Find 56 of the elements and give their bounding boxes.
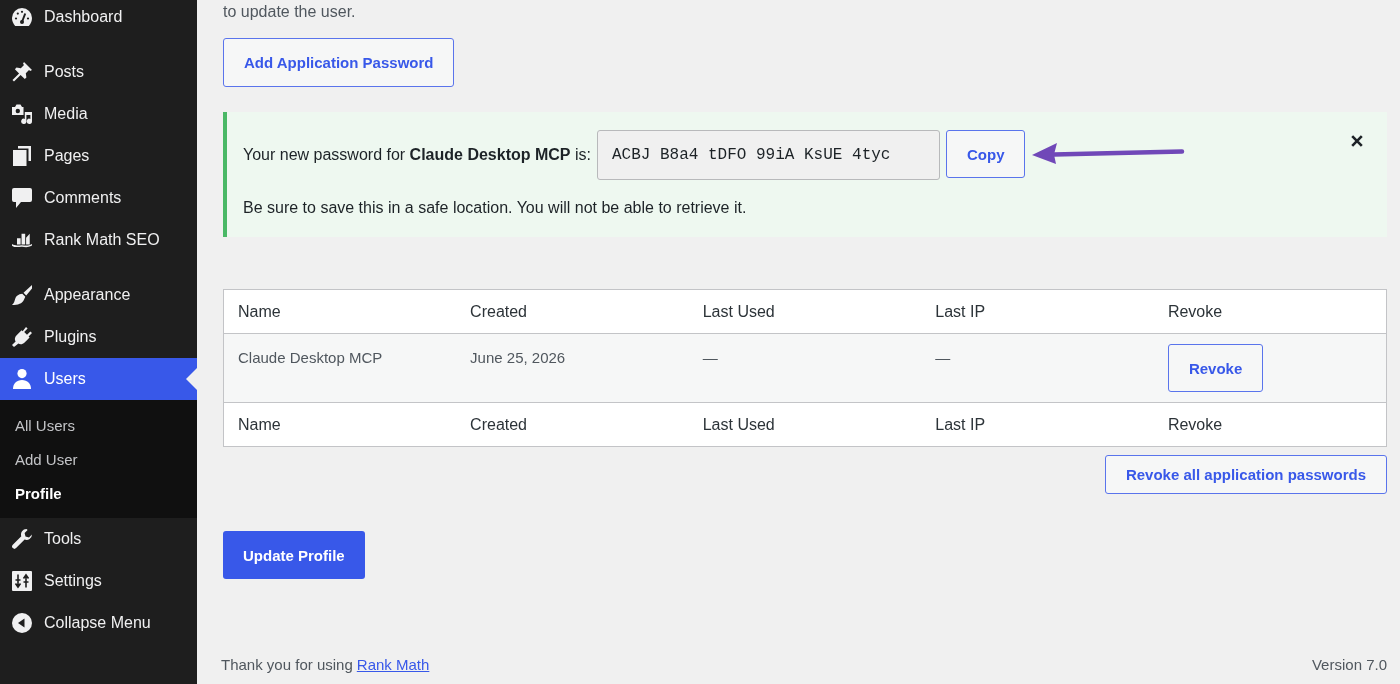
camera-music-icon xyxy=(12,104,32,124)
plug-icon xyxy=(12,327,32,347)
circle-arrow-left-icon xyxy=(12,613,32,633)
revoke-all-button[interactable]: Revoke all application passwords xyxy=(1104,455,1387,494)
menu-item[interactable]: Plugins xyxy=(0,316,197,358)
column-footer: Name xyxy=(223,402,457,447)
table-cell: — xyxy=(935,348,951,368)
add-application-password-button[interactable]: Add Application Password xyxy=(223,38,455,87)
submenu-item[interactable]: All Users xyxy=(0,408,197,442)
menu-item[interactable]: Rank Math SEO xyxy=(0,219,197,261)
triangle-pointer-icon xyxy=(186,368,197,390)
copy-button[interactable]: Copy xyxy=(946,130,1026,178)
paintbrush-icon xyxy=(12,285,32,305)
dismiss-button[interactable] xyxy=(1351,135,1363,147)
menu-item[interactable]: Media xyxy=(0,93,197,135)
rank-math-link[interactable]: Rank Math xyxy=(356,656,430,673)
speech-bubble-icon xyxy=(12,188,32,208)
wrench-icon xyxy=(12,529,32,549)
table-cell: June 25, 2026 xyxy=(470,348,566,368)
pushpin-icon xyxy=(12,62,32,82)
column-header: Last Used xyxy=(688,289,922,334)
submenu-item[interactable]: Profile xyxy=(0,476,197,510)
version-text: Version 7.0 xyxy=(1311,655,1387,675)
collapse-menu-button[interactable]: Collapse Menu xyxy=(0,602,197,644)
menu-item[interactable]: Dashboard xyxy=(0,0,197,38)
column-header: Last IP xyxy=(921,289,1154,334)
save-warning: Be sure to save this in a safe location. You will not be able to retrieve it. xyxy=(243,198,748,218)
column-footer: Revoke xyxy=(1153,402,1387,447)
password-message: Your new password for Claude Desktop MCP is: xyxy=(243,145,591,165)
revoke-button[interactable]: Revoke xyxy=(1167,344,1264,392)
submenu-item[interactable]: Add User xyxy=(0,442,197,476)
menu-item[interactable]: Settings xyxy=(0,560,197,602)
menu-item[interactable]: Posts xyxy=(0,51,197,93)
menu-item[interactable]: Pages xyxy=(0,135,197,177)
column-footer: Created xyxy=(456,402,689,447)
table-cell: — xyxy=(702,348,718,368)
column-header: Name xyxy=(223,289,457,334)
close-icon xyxy=(1351,135,1363,147)
intro-text: to update the user. xyxy=(223,2,357,22)
update-profile-button[interactable]: Update Profile xyxy=(223,531,365,579)
menu-item[interactable]: Users xyxy=(0,358,197,400)
menu-item[interactable]: Comments xyxy=(0,177,197,219)
column-header: Created xyxy=(456,289,689,334)
column-header: Revoke xyxy=(1153,289,1387,334)
menu-item[interactable]: Tools xyxy=(0,518,197,560)
documents-icon xyxy=(13,146,31,166)
table-cell: Claude Desktop MCP xyxy=(238,348,383,368)
gauge-icon xyxy=(12,8,32,26)
bar-chart-icon xyxy=(12,232,32,248)
menu-item[interactable]: Appearance xyxy=(0,274,197,316)
footer-text: Thank you for using Rank Math xyxy=(221,655,430,675)
column-footer: Last Used xyxy=(688,402,922,447)
sliders-icon xyxy=(12,571,32,591)
password-field[interactable]: ACBJ B8a4 tDFO 99iA KsUE 4tyc xyxy=(597,130,940,180)
person-icon xyxy=(13,369,31,389)
column-footer: Last IP xyxy=(921,402,1154,447)
